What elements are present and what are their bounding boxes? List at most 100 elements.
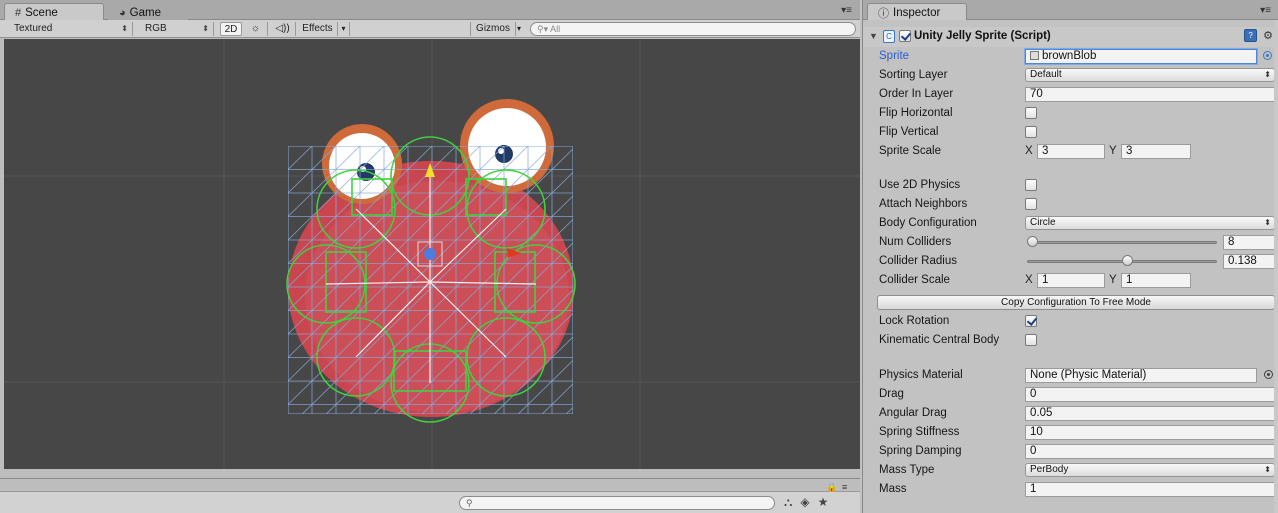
row-lock-rotation: Lock Rotation xyxy=(863,312,1278,331)
scene-bottom-area: ⚲ ⛬ ◈ ★ xyxy=(0,478,860,513)
inspector-scrollbar[interactable] xyxy=(1274,20,1278,513)
row-mass-type: Mass Type PerBody ⬍ xyxy=(863,461,1278,480)
use-2d-physics-checkbox[interactable] xyxy=(1025,179,1037,191)
script-icon: C xyxy=(883,30,895,43)
sprite-scale-y-label: Y xyxy=(1109,145,1117,157)
panel-menu-icon[interactable]: ▾≡ xyxy=(1260,5,1271,16)
collider-scale-x-field[interactable]: 1 xyxy=(1037,273,1105,288)
search-icon: ⚲ xyxy=(466,498,473,508)
effects-dropdown-arrow-icon[interactable]: ▾ xyxy=(338,22,350,36)
num-colliders-slider-thumb[interactable] xyxy=(1027,236,1038,247)
project-filter-icons: ⛬ ◈ ★ xyxy=(784,495,828,510)
use-2d-physics-label: Use 2D Physics xyxy=(879,179,961,191)
updown-arrow-icon: ⬍ xyxy=(1264,70,1271,79)
object-picker-icon[interactable] xyxy=(1264,370,1273,379)
mass-type-dropdown[interactable]: PerBody ⬍ xyxy=(1025,463,1275,477)
panel-menu-icon[interactable]: ▾≡ xyxy=(841,5,852,16)
sprite-field[interactable]: brownBlob xyxy=(1025,49,1257,64)
sprite-thumbnail-icon xyxy=(1030,51,1039,60)
foldout-arrow-icon[interactable]: ▼ xyxy=(869,31,878,41)
sorting-layer-label: Sorting Layer xyxy=(879,69,948,81)
pacman-icon: ◕ xyxy=(119,6,126,19)
tab-game[interactable]: ◕ Game xyxy=(108,3,188,20)
sun-lighting-icon[interactable]: ☼ xyxy=(244,22,268,36)
flip-vertical-label: Flip Vertical xyxy=(879,126,939,138)
component-title: Unity Jelly Sprite (Script) xyxy=(914,30,1051,42)
flip-vertical-checkbox[interactable] xyxy=(1025,126,1037,138)
order-in-layer-label: Order In Layer xyxy=(879,88,954,100)
lock-icon[interactable]: 🔒 xyxy=(826,482,837,493)
effects-button[interactable]: Effects xyxy=(298,22,338,36)
sprite-scale-x-field[interactable]: 3 xyxy=(1037,144,1105,159)
row-order-in-layer: Order In Layer 70 xyxy=(863,85,1278,104)
lock-rotation-checkbox[interactable] xyxy=(1025,315,1037,327)
render-mode-dropdown[interactable]: RGB ⬍ xyxy=(139,22,214,36)
kinematic-central-body-label: Kinematic Central Body xyxy=(879,334,1000,346)
spring-damping-field[interactable]: 0 xyxy=(1025,444,1275,459)
collider-scale-y-field[interactable]: 1 xyxy=(1121,273,1191,288)
row-num-colliders: Num Colliders 8 xyxy=(863,233,1278,252)
collider-radius-slider-thumb[interactable] xyxy=(1121,255,1133,266)
help-book-icon[interactable]: ? xyxy=(1244,29,1258,42)
grid-icon: # xyxy=(15,6,22,19)
row-angular-drag: Angular Drag 0.05 xyxy=(863,404,1278,423)
component-header-icons: ? ⚙ xyxy=(1244,29,1273,42)
drag-label: Drag xyxy=(879,388,904,400)
angular-drag-label: Angular Drag xyxy=(879,407,947,419)
object-picker-icon[interactable] xyxy=(1263,51,1272,60)
kinematic-central-body-checkbox[interactable] xyxy=(1025,334,1037,346)
2d-toggle-button[interactable]: 2D xyxy=(220,22,242,36)
draw-mode-value: Textured xyxy=(14,23,53,34)
scene-toolbar: Textured ⬍ RGB ⬍ 2D ☼ ◁)) Effects ▾ Gizm… xyxy=(0,20,860,38)
flip-horizontal-checkbox[interactable] xyxy=(1025,107,1037,119)
scene-search-input[interactable]: ⚲▾ All xyxy=(530,22,856,36)
collider-radius-field[interactable]: 0.138 xyxy=(1223,254,1275,269)
tab-scene-label: Scene xyxy=(25,6,58,19)
tab-inspector[interactable]: ⓘ Inspector xyxy=(867,3,967,20)
sprite-label: Sprite xyxy=(879,50,910,62)
component-header[interactable]: ▼ C Unity Jelly Sprite (Script) ? ⚙ xyxy=(863,27,1278,47)
num-colliders-slider-track[interactable] xyxy=(1027,241,1217,244)
row-flip-vertical: Flip Vertical xyxy=(863,123,1278,142)
order-in-layer-field[interactable]: 70 xyxy=(1025,87,1275,102)
gizmos-dropdown-arrow-icon[interactable]: ▾ xyxy=(514,22,524,36)
angular-drag-field[interactable]: 0.05 xyxy=(1025,406,1275,421)
spring-stiffness-field[interactable]: 10 xyxy=(1025,425,1275,440)
info-icon: ⓘ xyxy=(878,7,889,20)
body-configuration-dropdown[interactable]: Circle ⬍ xyxy=(1025,216,1275,230)
drag-field[interactable]: 0 xyxy=(1025,387,1275,402)
scene-tabbar: # Scene ◕ Game ▾≡ xyxy=(0,0,860,20)
mass-field[interactable]: 1 xyxy=(1025,482,1275,497)
gizmos-button[interactable]: Gizmos xyxy=(470,22,516,36)
star-icon[interactable]: ★ xyxy=(818,495,829,510)
audio-speaker-icon[interactable]: ◁)) xyxy=(270,22,296,36)
collider-scale-x-label: X xyxy=(1025,274,1033,286)
tag-icon[interactable]: ◈ xyxy=(800,495,809,510)
collider-radius-label: Collider Radius xyxy=(879,255,957,267)
sorting-layer-dropdown[interactable]: Default ⬍ xyxy=(1025,68,1275,82)
row-copy-configuration: Copy Configuration To Free Mode xyxy=(863,294,1278,313)
gear-icon[interactable]: ⚙ xyxy=(1263,29,1273,42)
row-sprite: Sprite brownBlob xyxy=(863,47,1278,66)
sprite-scale-y-field[interactable]: 3 xyxy=(1121,144,1191,159)
row-spring-damping: Spring Damping 0 xyxy=(863,442,1278,461)
project-search-input[interactable]: ⚲ xyxy=(459,496,775,510)
physics-material-label: Physics Material xyxy=(879,369,963,381)
tab-game-label: Game xyxy=(129,6,161,19)
scene-viewport[interactable] xyxy=(4,39,860,469)
search-placeholder: All xyxy=(550,24,561,34)
inspector-panel: ⓘ Inspector ▾≡ ▼ C Unity Jelly Sprite (S… xyxy=(862,0,1278,513)
draw-mode-dropdown[interactable]: Textured ⬍ xyxy=(8,22,133,36)
row-drag: Drag 0 xyxy=(863,385,1278,404)
num-colliders-label: Num Colliders xyxy=(879,236,952,248)
tab-scene[interactable]: # Scene xyxy=(4,3,104,20)
row-body-configuration: Body Configuration Circle ⬍ xyxy=(863,214,1278,233)
attach-neighbors-checkbox[interactable] xyxy=(1025,198,1037,210)
panel-menu-icon[interactable]: ≡ xyxy=(842,482,847,492)
filter-type-icon[interactable]: ⛬ xyxy=(784,495,792,510)
row-sorting-layer: Sorting Layer Default ⬍ xyxy=(863,66,1278,85)
physics-material-field[interactable]: None (Physic Material) xyxy=(1025,368,1257,383)
num-colliders-field[interactable]: 8 xyxy=(1223,235,1275,250)
copy-configuration-button[interactable]: Copy Configuration To Free Mode xyxy=(877,295,1275,310)
inspector-tabbar: ⓘ Inspector ▾≡ xyxy=(863,0,1278,20)
